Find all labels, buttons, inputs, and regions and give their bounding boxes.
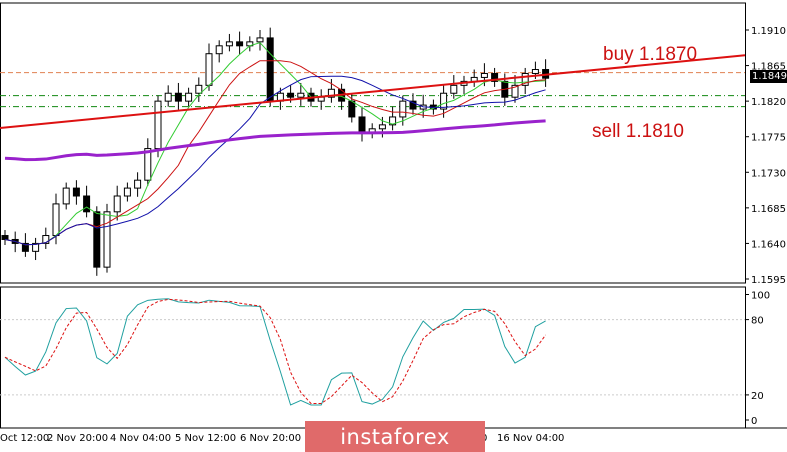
stochastic-signal-line [4, 298, 547, 404]
bull-candle [297, 92, 305, 98]
price-tick-label: 1.1910 [751, 26, 786, 37]
stochastic-main-line [4, 298, 546, 406]
bull-candle [215, 45, 223, 55]
bull-candle [225, 41, 233, 47]
bull-candle [185, 92, 193, 102]
oscillator-tick-label: 100 [751, 291, 770, 302]
oscillator-panel-frame [0, 286, 746, 429]
bull-candle [123, 187, 131, 197]
ma-mid-line [4, 60, 546, 246]
price-chart[interactable]: 1.19101.18651.18201.17751.17301.16851.16… [0, 0, 787, 452]
bull-candle [113, 195, 121, 213]
bull-candle [62, 187, 70, 205]
price-tick-label: 1.1595 [751, 275, 786, 286]
bull-candle [480, 72, 488, 78]
price-tick-label: 1.1730 [751, 168, 786, 179]
bull-candle [154, 100, 162, 150]
current-price-label: 1.1849 [750, 70, 787, 83]
instaforex-logo: instaforex [305, 421, 485, 452]
oscillator-tick-label: 20 [751, 391, 764, 402]
trendline [0, 54, 746, 130]
bear-candle [287, 92, 295, 98]
bull-candle [450, 84, 458, 94]
sell-annotation: sell 1.1810 [592, 121, 684, 142]
bull-candle [399, 100, 407, 118]
bear-candle [348, 100, 356, 118]
bear-candle [236, 41, 244, 47]
bull-candle [256, 37, 264, 43]
time-label: 5 Nov 12:00 [175, 433, 236, 444]
bull-candle [531, 69, 539, 74]
bull-candle [378, 124, 386, 130]
buy-annotation: buy 1.1870 [603, 44, 697, 65]
bear-candle [174, 92, 182, 102]
time-label: Oct 12:00 [0, 433, 49, 444]
bull-candle [205, 53, 213, 86]
bear-candle [266, 37, 274, 102]
oscillator-tick-label: 80 [751, 316, 764, 327]
bull-candle [134, 179, 142, 189]
ma-long-line [4, 119, 546, 162]
time-label: 6 Nov 20:00 [240, 433, 301, 444]
price-tick-label: 1.1775 [751, 133, 786, 144]
time-label: 4 Nov 04:00 [110, 433, 171, 444]
bull-candle [52, 203, 60, 237]
bull-candle [103, 211, 111, 268]
bull-candle [195, 84, 203, 94]
bull-candle [164, 92, 172, 102]
bear-candle [83, 195, 91, 213]
time-label: 2 Nov 20:00 [47, 433, 108, 444]
price-tick-label: 1.1685 [751, 204, 786, 215]
bear-candle [1, 235, 9, 240]
time-label: 16 Nov 04:00 [497, 433, 564, 444]
price-tick-label: 1.1640 [751, 239, 786, 250]
bear-candle [72, 187, 80, 197]
price-tick-label: 1.1820 [751, 97, 786, 108]
bear-candle [358, 116, 366, 134]
bear-candle [93, 211, 101, 268]
oscillator-tick-label: 0 [751, 416, 757, 427]
